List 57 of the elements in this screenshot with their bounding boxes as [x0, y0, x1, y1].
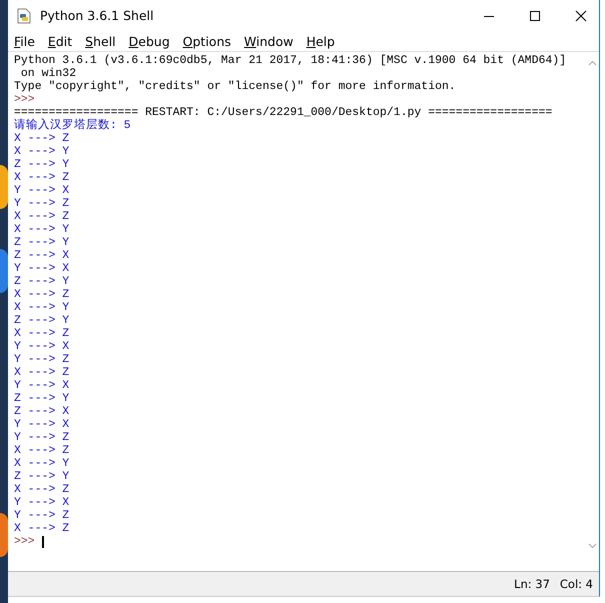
shell-prompt: >>>: [14, 93, 35, 106]
menu-item[interactable]: Shell: [85, 34, 116, 48]
program-output-line: Z ---> Y: [14, 158, 70, 171]
program-output-line: X ---> Z: [14, 132, 70, 145]
shell-output-line: Python 3.6.1 (v3.6.1:69c0db5, Mar 21 2017, 18:41:36) [MSC v.1900 64 bit (AMD64)]: [14, 54, 566, 67]
maximize-icon[interactable]: [529, 10, 541, 22]
program-output-line: X ---> Z: [14, 483, 70, 496]
program-output-line: Y ---> Z: [14, 353, 70, 366]
shell-output-line: ================== RESTART: C:/Users/22291_000/Desktop/1.py ==================: [14, 106, 552, 119]
program-output-line: Z ---> X: [14, 249, 70, 262]
column-status: Col: 4: [560, 577, 593, 591]
program-output-line: Z ---> Y: [14, 470, 70, 483]
menu-item[interactable]: Options: [182, 34, 232, 48]
program-output-line: Y ---> X: [14, 262, 70, 275]
app-icon[interactable]: [0, 165, 8, 209]
program-output-line: X ---> Y: [14, 301, 70, 314]
program-output-line: 请输入汉罗塔层数: 5: [14, 119, 131, 132]
program-output-line: X ---> Y: [14, 457, 70, 470]
program-output-line: Y ---> Z: [14, 431, 70, 444]
line-number-status: Ln: 37: [514, 577, 550, 591]
program-output-line: X ---> Z: [14, 327, 70, 340]
program-output-line: X ---> Z: [14, 444, 70, 457]
shell-output-line: Type "copyright", "credits" or "license()" for more information.: [14, 80, 456, 93]
menu-item[interactable]: Window: [244, 34, 294, 48]
program-output-line: Z ---> Y: [14, 275, 70, 288]
program-output-line: X ---> Y: [14, 145, 70, 158]
program-output-line: Z ---> Y: [14, 236, 70, 249]
program-output-line: X ---> Z: [14, 171, 70, 184]
scroll-up-icon[interactable]: [588, 60, 596, 66]
program-output-line: Y ---> X: [14, 340, 70, 353]
app-icon[interactable]: [0, 513, 8, 557]
shell-prompt: >>>: [14, 535, 35, 548]
program-output-line: Y ---> Z: [14, 197, 70, 210]
python-file-icon: [16, 8, 32, 24]
program-output-line: Z ---> X: [14, 405, 70, 418]
program-output-line: X ---> Z: [14, 522, 70, 535]
program-output-line: X ---> Z: [14, 366, 70, 379]
menu-item[interactable]: Edit: [48, 34, 72, 48]
program-output-line: Y ---> X: [14, 379, 70, 392]
program-output-line: X ---> Z: [14, 210, 70, 223]
program-output-line: Z ---> Y: [14, 314, 70, 327]
text-cursor: [42, 536, 44, 548]
app-icon[interactable]: [0, 249, 8, 293]
menu-item[interactable]: Help: [306, 34, 335, 48]
menu-item[interactable]: File: [14, 34, 35, 48]
program-output-line: Y ---> X: [14, 184, 70, 197]
program-output-line: Z ---> Y: [14, 392, 70, 405]
program-output-line: Y ---> X: [14, 418, 70, 431]
program-output-line: X ---> Y: [14, 223, 70, 236]
menu-item[interactable]: Debug: [128, 34, 170, 48]
program-output-line: Y ---> Z: [14, 509, 70, 522]
close-icon[interactable]: [575, 10, 587, 22]
program-output-line: Y ---> X: [14, 496, 70, 509]
program-output-line: X ---> Z: [14, 288, 70, 301]
window-title: Python 3.6.1 Shell: [40, 8, 154, 23]
shell-output-line: on win32: [20, 67, 76, 80]
scroll-down-icon[interactable]: [588, 543, 596, 549]
